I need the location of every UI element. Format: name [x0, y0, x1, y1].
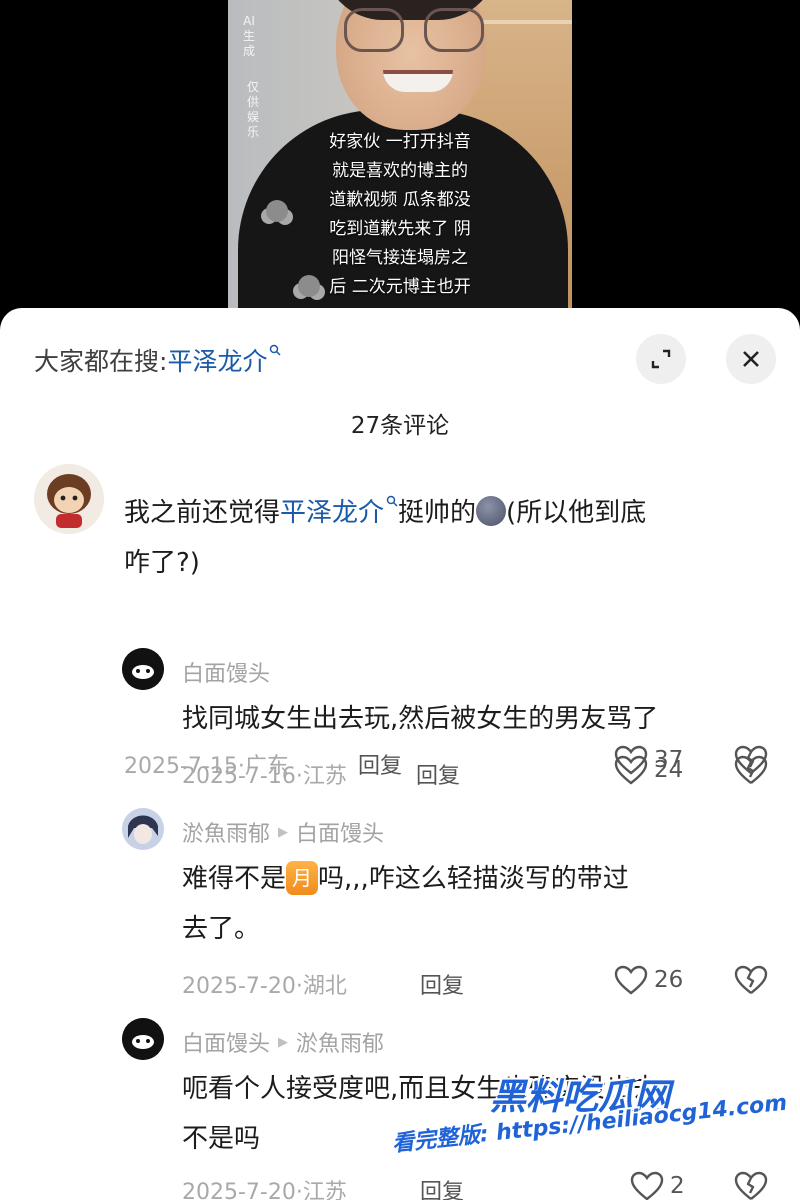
emoji-icon — [476, 496, 507, 526]
like-count: 24 — [654, 757, 684, 783]
glasses — [344, 8, 484, 54]
close-button[interactable] — [726, 334, 776, 384]
dislike-button[interactable] — [734, 965, 768, 999]
like-button[interactable]: 24 — [614, 755, 683, 785]
avatar-image — [122, 648, 164, 690]
search-icon — [386, 495, 398, 507]
search-icon — [270, 344, 281, 356]
smile — [383, 70, 453, 92]
avatar[interactable] — [34, 464, 104, 534]
reply-author[interactable]: 淤魚雨郁 — [182, 816, 270, 848]
expand-button[interactable] — [636, 334, 686, 384]
comment-date-location: 2025-7-20·江苏 — [182, 1180, 347, 1200]
comment-text: 难得不是月吗,,,咋这么轻描淡写的带过 去了。 — [182, 854, 782, 954]
dislike-button[interactable] — [734, 1171, 768, 1200]
trending-keyword-text: 平泽龙介 — [167, 347, 268, 376]
comment-text: 我之前还觉得平泽龙介 挺帅的 (所以他到底 咋了?) — [124, 488, 774, 588]
avatar[interactable] — [122, 648, 164, 690]
video-caption: 好家伙 一打开抖音 就是喜欢的博主的 道歉视频 瓜条都没 吃到道歉先来了 阴 阳… — [329, 132, 471, 297]
heart-icon — [614, 755, 648, 785]
trending-search-prefix: 大家都在搜: — [34, 347, 168, 376]
like-button[interactable]: 26 — [614, 965, 683, 995]
avatar[interactable] — [122, 1018, 164, 1060]
avatar-image — [34, 464, 104, 534]
reply-author[interactable]: 白面馒头 — [182, 656, 270, 688]
broken-heart-icon — [734, 1171, 768, 1200]
expand-icon — [651, 349, 671, 369]
close-icon — [743, 351, 759, 367]
broken-heart-icon — [734, 755, 768, 784]
like-button[interactable]: 2 — [630, 1171, 685, 1200]
entertainment-only-tag: 仅供娱乐 — [246, 80, 259, 139]
reply-button[interactable]: 回复 — [420, 968, 464, 1000]
reply-arrow-icon: ▶ — [278, 1034, 289, 1050]
comment-sheet: 大家都在搜: 平泽龙介 27条评论 我之前还觉得平泽龙介 挺帅的 (所以他到底 咋了… — [0, 308, 800, 1200]
reply-arrow-icon: ▶ — [278, 824, 289, 840]
reply-target[interactable]: 淤魚雨郁 — [296, 1026, 384, 1058]
reply-button[interactable]: 回复 — [420, 1174, 464, 1200]
avatar[interactable] — [122, 808, 164, 850]
comment-count: 27条评论 — [350, 413, 450, 439]
heart-icon — [614, 965, 648, 995]
comment-date-location: 2025-7-20·湖北 — [182, 974, 347, 999]
avatar-image — [122, 1018, 164, 1060]
shirt-flower-print — [266, 200, 288, 222]
reply-button[interactable]: 回复 — [416, 758, 460, 790]
keyword-link[interactable]: 平泽龙介 — [280, 495, 398, 528]
comment-text: 找同城女生出去玩,然后被女生的男友骂了 — [182, 704, 659, 734]
reply-target[interactable]: 白面馒头 — [296, 816, 384, 848]
trending-search-keyword[interactable]: 平泽龙介 — [167, 342, 281, 378]
reply-button[interactable]: 回复 — [358, 748, 402, 780]
heart-icon — [630, 1171, 664, 1200]
trending-search[interactable]: 大家都在搜: 平泽龙介 — [34, 338, 281, 382]
broken-heart-icon — [734, 965, 768, 994]
ai-generated-tag: AI生成 — [242, 14, 255, 58]
reply-author[interactable]: 白面馒头 — [182, 1026, 270, 1058]
reply-author-line: 淤魚雨郁 ▶ 白面馒头 — [182, 816, 384, 848]
reply-author-line: 白面馒头 ▶ 淤魚雨郁 — [182, 1026, 384, 1058]
like-count: 2 — [670, 1173, 685, 1199]
month-emoji-icon: 月 — [286, 861, 319, 895]
avatar-image — [122, 808, 164, 850]
like-count: 26 — [654, 967, 684, 993]
dislike-button[interactable] — [734, 755, 768, 789]
comment-date-location: 2025-7-16·江苏 — [182, 764, 347, 789]
